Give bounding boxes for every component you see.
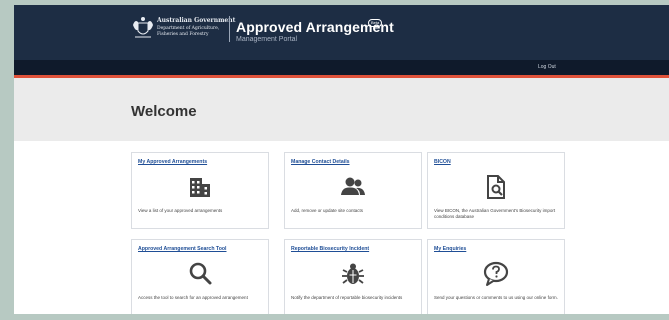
card-title[interactable]: Approved Arrangement Search Tool [138,246,227,252]
card-my-approved-arrangements[interactable]: My Approved Arrangements View a list of … [131,152,269,229]
card-reportable-biosecurity-incident[interactable]: Reportable Biosecurity Incident Notify t… [284,239,422,314]
bug-icon [339,260,367,288]
top-nav-bar: Log Out [14,60,669,75]
search-icon [186,260,214,288]
building-icon [186,173,214,201]
header-divider [229,16,230,42]
app-subtitle: Management Portal [236,36,298,43]
card-bicon[interactable]: BICON View BICON, the Australian Governm… [427,152,565,229]
browser-viewport: Australian Government Department of Agri… [14,5,669,314]
card-manage-contact-details[interactable]: Manage Contact Details Add, remove or up… [284,152,422,229]
card-aa-search-tool[interactable]: Approved Arrangement Search Tool Access … [131,239,269,314]
welcome-banner: Welcome [14,78,669,141]
card-description: Access the tool to search for an approve… [138,295,248,300]
gov-line-1: Australian Government [157,17,236,24]
card-description: Notify the department of reportable bios… [291,295,403,300]
card-title[interactable]: My Enquiries [434,246,466,252]
gov-line-3: Fisheries and Forestry [157,32,209,37]
card-description: Add, remove or update site contacts [291,208,364,213]
card-title[interactable]: My Approved Arrangements [138,159,207,165]
card-my-enquiries[interactable]: My Enquiries Send your questions or comm… [427,239,565,314]
card-description: Send your questions or comments to us us… [434,295,558,300]
beta-badge: Beta [368,19,383,27]
question-bubble-icon [482,260,510,288]
card-description: View a list of your approved arrangement… [138,208,223,213]
logout-link[interactable]: Log Out [538,64,556,70]
card-title[interactable]: Manage Contact Details [291,159,350,165]
card-title[interactable]: Reportable Biosecurity Incident [291,246,369,252]
card-description: View BICON, the Australian Government's … [434,208,556,219]
coat-of-arms-icon [133,17,153,38]
government-logo-text: Australian Government Department of Agri… [157,18,235,38]
document-search-icon [482,173,510,201]
card-title[interactable]: BICON [434,159,451,165]
site-header: Australian Government Department of Agri… [14,5,669,60]
users-icon [339,173,367,201]
page-title: Welcome [131,103,197,120]
